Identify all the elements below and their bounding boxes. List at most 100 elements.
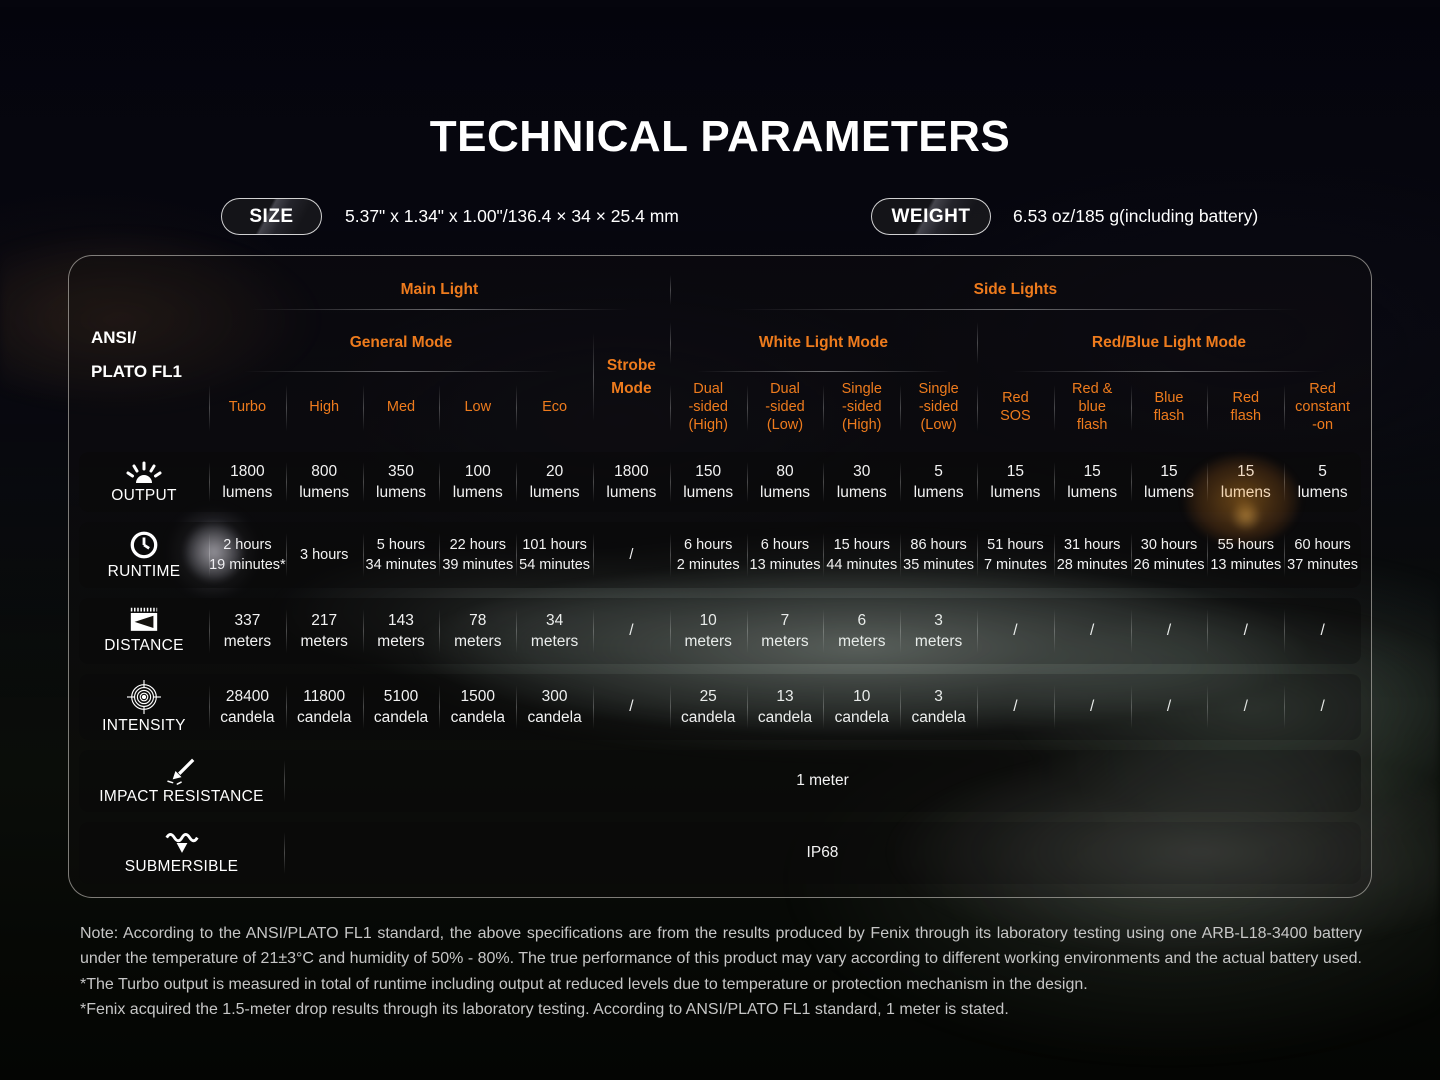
standard-line2: PLATO FL1 bbox=[91, 362, 209, 382]
table-cell: 1800 lumens bbox=[209, 452, 286, 512]
table-row-impact-resistance: IMPACT RESISTANCE 1 meter bbox=[79, 750, 1361, 812]
table-cell: / bbox=[593, 522, 670, 588]
column-red-blue-flash: Red & blue flash bbox=[1054, 374, 1131, 442]
table-row-runtime: RUNTIME 2 hours 19 minutes* 3 hours 5 ho… bbox=[79, 522, 1361, 588]
table-row-intensity: INTENSITY 28400 candela 11800 candela 51… bbox=[79, 674, 1361, 740]
table-cell: / bbox=[593, 598, 670, 664]
table-cell: 10 candela bbox=[823, 674, 900, 740]
table-cell: 60 hours 37 minutes bbox=[1284, 522, 1361, 588]
table-cell: / bbox=[1131, 598, 1208, 664]
row-label-intensity: INTENSITY bbox=[79, 674, 209, 740]
table-header: ANSI/ PLATO FL1 Main Light Side Lights G… bbox=[79, 268, 1361, 442]
table-cell: / bbox=[977, 674, 1054, 740]
note-drop: *Fenix acquired the 1.5-meter drop resul… bbox=[80, 997, 1362, 1022]
column-red-sos: Red SOS bbox=[977, 374, 1054, 442]
table-cell: 13 candela bbox=[747, 674, 824, 740]
column-red-flash: Red flash bbox=[1207, 374, 1284, 442]
table-cell: 55 hours 13 minutes bbox=[1207, 522, 1284, 588]
column-high: High bbox=[286, 374, 363, 442]
weight-value: 6.53 oz/185 g(including battery) bbox=[1013, 198, 1258, 235]
table-cell: 337 meters bbox=[209, 598, 286, 664]
table-cell: 3 meters bbox=[900, 598, 977, 664]
table-cell: 800 lumens bbox=[286, 452, 363, 512]
table-cell: 30 hours 26 minutes bbox=[1131, 522, 1208, 588]
size-pill-label: SIZE bbox=[249, 206, 293, 228]
table-cell: 6 hours 2 minutes bbox=[670, 522, 747, 588]
table-row-output: OUTPUT 1800 lumens 800 lumens 350 lumens… bbox=[79, 452, 1361, 512]
table-cell: 7 meters bbox=[747, 598, 824, 664]
table-cell: 80 lumens bbox=[747, 452, 824, 512]
row-label-submersible: SUBMERSIBLE bbox=[79, 822, 284, 884]
standard-line1: ANSI/ bbox=[91, 328, 209, 348]
sunburst-icon bbox=[126, 459, 162, 484]
table-cell: 101 hours 54 minutes bbox=[516, 522, 593, 588]
mode-strobe: Strobe Mode bbox=[593, 312, 670, 442]
table-cell: 20 lumens bbox=[516, 452, 593, 512]
row-label-runtime: RUNTIME bbox=[79, 522, 209, 588]
impact-arrow-icon bbox=[165, 757, 199, 785]
table-cell: 100 lumens bbox=[439, 452, 516, 512]
table-cell: / bbox=[1054, 674, 1131, 740]
table-cell: 22 hours 39 minutes bbox=[439, 522, 516, 588]
table-cell: 3 candela bbox=[900, 674, 977, 740]
table-cell: 1500 candela bbox=[439, 674, 516, 740]
table-cell: 217 meters bbox=[286, 598, 363, 664]
row-label-distance: DISTANCE bbox=[79, 598, 209, 664]
table-cell: 30 lumens bbox=[823, 452, 900, 512]
table-cell: 6 meters bbox=[823, 598, 900, 664]
table-row-submersible: SUBMERSIBLE IP68 bbox=[79, 822, 1361, 884]
mode-red-blue-light: Red/Blue Light Mode bbox=[977, 312, 1361, 374]
column-turbo: Turbo bbox=[209, 374, 286, 442]
column-single-sided-high: Single -sided (High) bbox=[823, 374, 900, 442]
table-cell: 15 lumens bbox=[1131, 452, 1208, 512]
column-low: Low bbox=[439, 374, 516, 442]
weight-pill-label: WEIGHT bbox=[892, 206, 971, 228]
table-cell: / bbox=[1207, 674, 1284, 740]
table-cell: 5 lumens bbox=[1284, 452, 1361, 512]
table-cell: 78 meters bbox=[439, 598, 516, 664]
note-turbo: *The Turbo output is measured in total o… bbox=[80, 972, 1362, 997]
column-eco: Eco bbox=[516, 374, 593, 442]
table-cell: 5100 candela bbox=[363, 674, 440, 740]
table-cell: 10 meters bbox=[670, 598, 747, 664]
table-row-distance: DISTANCE 337 meters 217 meters 143 meter… bbox=[79, 598, 1361, 664]
table-cell: / bbox=[1054, 598, 1131, 664]
column-dual-sided-low: Dual -sided (Low) bbox=[747, 374, 824, 442]
page-title: TECHNICAL PARAMETERS bbox=[0, 112, 1440, 162]
table-cell: 6 hours 13 minutes bbox=[747, 522, 824, 588]
table-cell: 1800 lumens bbox=[593, 452, 670, 512]
table-cell: 28400 candela bbox=[209, 674, 286, 740]
note-standard: Note: According to the ANSI/PLATO FL1 st… bbox=[80, 921, 1362, 972]
table-cell: 300 candela bbox=[516, 674, 593, 740]
mode-general: General Mode bbox=[209, 312, 593, 374]
table-cell: 143 meters bbox=[363, 598, 440, 664]
submersible-value: IP68 bbox=[284, 822, 1361, 884]
footnotes: Note: According to the ANSI/PLATO FL1 st… bbox=[80, 921, 1362, 1022]
table-cell: 350 lumens bbox=[363, 452, 440, 512]
table-cell: 86 hours 35 minutes bbox=[900, 522, 977, 588]
group-main-light: Main Light bbox=[209, 268, 670, 312]
table-cell: 2 hours 19 minutes* bbox=[209, 522, 286, 588]
table-cell: 15 lumens bbox=[977, 452, 1054, 512]
table-cell: / bbox=[1131, 674, 1208, 740]
size-value: 5.37" x 1.34" x 1.00"/136.4 × 34 × 25.4 … bbox=[345, 198, 679, 235]
column-blue-flash: Blue flash bbox=[1131, 374, 1208, 442]
spec-table-panel: ANSI/ PLATO FL1 Main Light Side Lights G… bbox=[68, 255, 1372, 898]
table-cell: 31 hours 28 minutes bbox=[1054, 522, 1131, 588]
table-cell: 34 meters bbox=[516, 598, 593, 664]
table-cell: 5 lumens bbox=[900, 452, 977, 512]
standard-label: ANSI/ PLATO FL1 bbox=[79, 268, 209, 442]
table-cell: 3 hours bbox=[286, 522, 363, 588]
column-single-sided-low: Single -sided (Low) bbox=[900, 374, 977, 442]
table-cell: / bbox=[977, 598, 1054, 664]
table-cell: / bbox=[1284, 674, 1361, 740]
group-side-lights: Side Lights bbox=[670, 268, 1361, 312]
row-label-output: OUTPUT bbox=[79, 452, 209, 512]
clock-icon bbox=[129, 530, 159, 560]
table-cell: 5 hours 34 minutes bbox=[363, 522, 440, 588]
water-splash-icon bbox=[164, 831, 200, 855]
target-icon bbox=[127, 680, 161, 714]
table-cell: / bbox=[593, 674, 670, 740]
table-cell: 15 hours 44 minutes bbox=[823, 522, 900, 588]
column-med: Med bbox=[363, 374, 440, 442]
